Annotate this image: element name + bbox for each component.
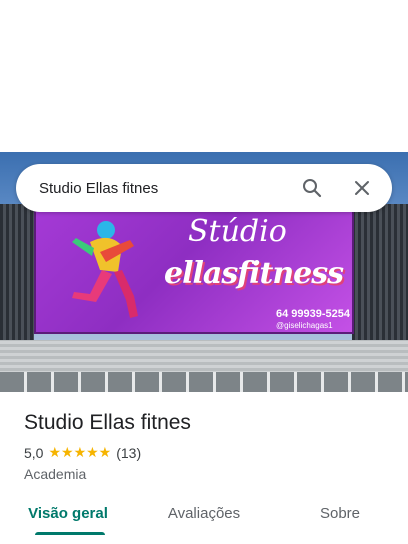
building-windows (0, 372, 408, 392)
sign-phone: 64 99939-5254 (276, 308, 351, 320)
close-icon[interactable] (344, 170, 380, 206)
rating-row[interactable]: 5,0 ★★★★★ (13) (24, 444, 394, 461)
tab-bar: Visão geral Avaliações Sobre (0, 500, 408, 544)
star-rating-icon: ★★★★★ (48, 444, 112, 460)
storefront-sign: Stúdio ellasfitness 64 99939-5254 @gisel… (34, 204, 354, 334)
tab-reviews[interactable]: Avaliações (136, 500, 272, 544)
search-bar[interactable]: Studio Ellas fitnes (16, 164, 392, 212)
search-input[interactable]: Studio Ellas fitnes (39, 180, 294, 197)
runner-illustration (72, 221, 138, 318)
review-count[interactable]: (13) (116, 445, 141, 461)
place-category: Academia (24, 466, 87, 482)
sign-instagram: @giselichagas1 (276, 321, 333, 330)
tab-about[interactable]: Sobre (272, 500, 408, 544)
search-icon[interactable] (294, 170, 330, 206)
sign-title: Stúdio (188, 214, 287, 249)
place-title: Studio Ellas fitnes (24, 411, 191, 434)
place-info: Studio Ellas fitnes 5,0 ★★★★★ (13) Acade… (24, 410, 394, 482)
wall-cladding (0, 204, 34, 344)
rating-value: 5,0 (24, 444, 44, 461)
tab-overview[interactable]: Visão geral (0, 500, 136, 544)
sign-brand: ellasfitness (164, 256, 344, 291)
wall-cladding (352, 204, 408, 344)
